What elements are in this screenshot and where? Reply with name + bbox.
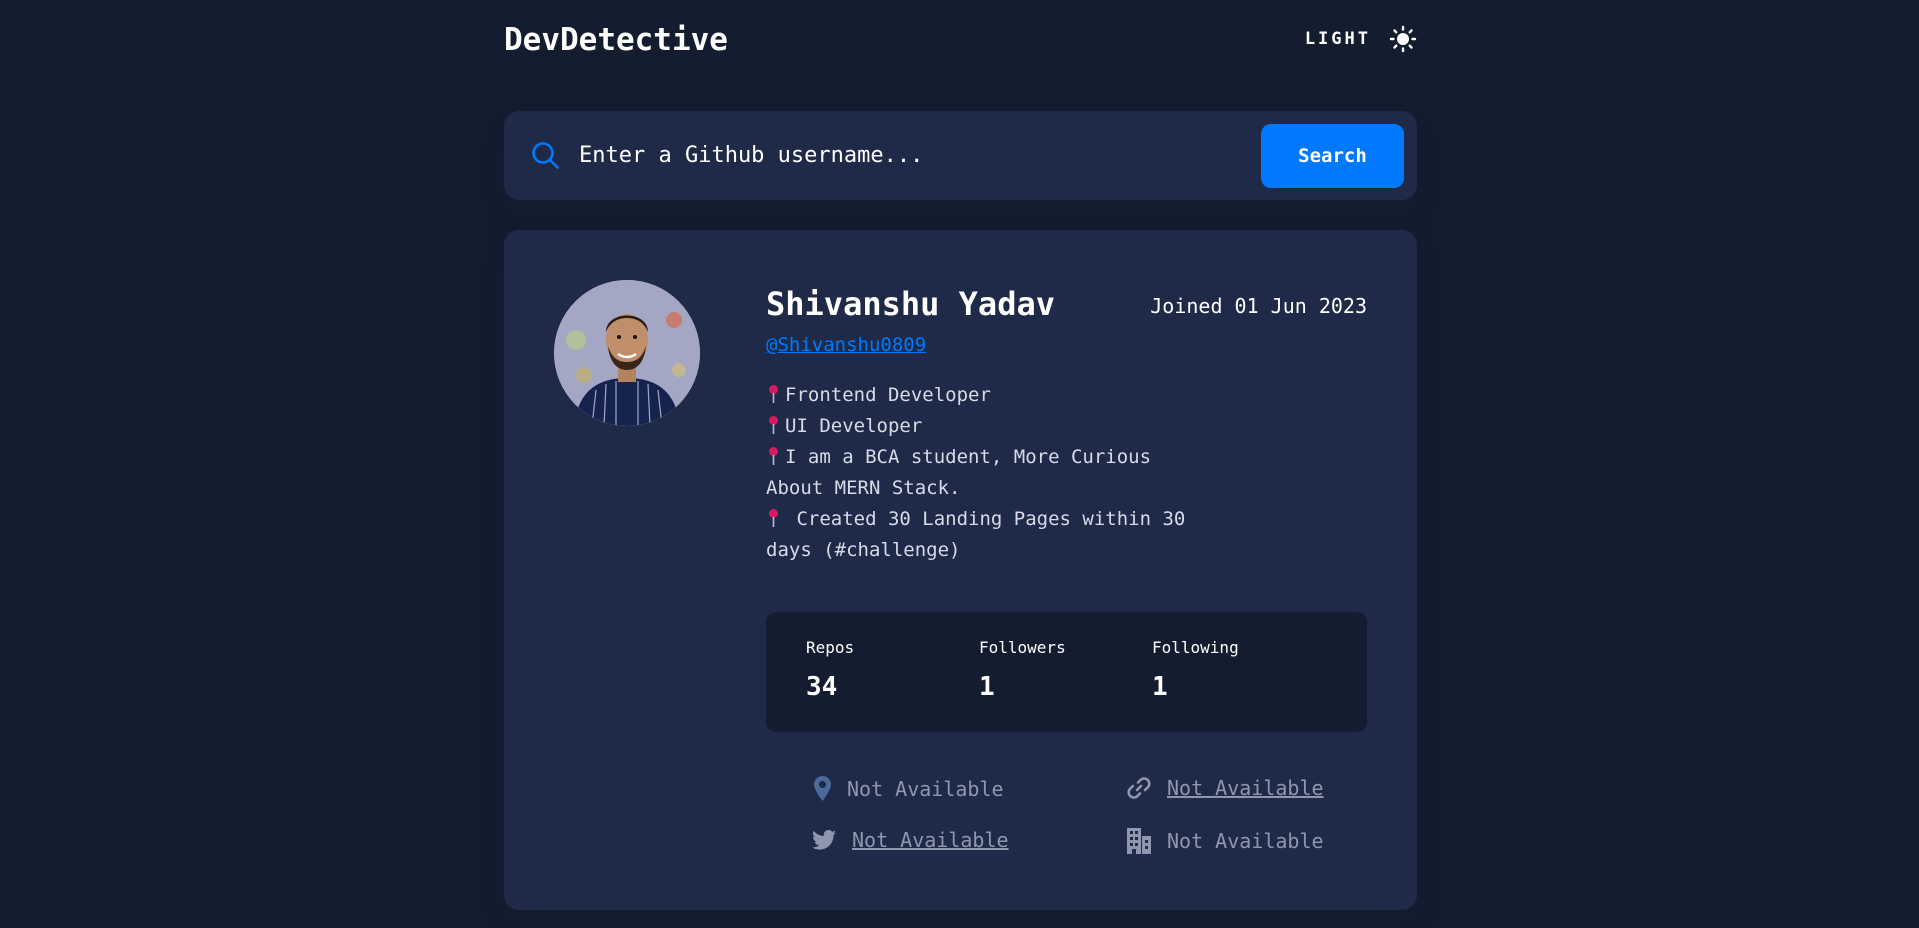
profile-card: Shivanshu Yadav Joined 01 Jun 2023 @Shiv… xyxy=(504,230,1417,910)
avatar xyxy=(554,280,700,426)
pushpin-icon xyxy=(769,385,778,403)
bio-text: About MERN Stack. xyxy=(766,477,961,499)
stat-repos-value: 34 xyxy=(806,672,838,702)
bio-line: I am a BCA student, More Curious xyxy=(766,442,1206,473)
bio-line: About MERN Stack. xyxy=(766,473,1206,504)
stat-repos-label: Repos xyxy=(806,638,855,657)
app-container: DevDetective LIGHT Enter a Github userna… xyxy=(504,0,1417,910)
app-logo: DevDetective xyxy=(504,22,728,58)
pushpin-icon xyxy=(769,416,778,434)
bio-line: Frontend Developer xyxy=(766,380,1206,411)
app-header: DevDetective LIGHT xyxy=(504,0,1417,84)
joined-date: Joined 01 Jun 2023 xyxy=(1150,294,1367,318)
company-item: Not Available xyxy=(1127,828,1324,854)
stat-followers-value: 1 xyxy=(979,672,995,702)
search-button[interactable]: Search xyxy=(1261,124,1404,188)
profile-username-link[interactable]: @Shivanshu0809 xyxy=(766,334,926,356)
website-item[interactable]: Not Available xyxy=(1127,776,1324,800)
sun-icon[interactable] xyxy=(1389,25,1417,53)
location-item: Not Available xyxy=(814,776,1004,801)
twitter-icon xyxy=(812,830,836,850)
location-text: Not Available xyxy=(847,776,1004,801)
stat-followers: Followers 1 xyxy=(979,638,1066,702)
twitter-item[interactable]: Not Available xyxy=(812,828,1009,852)
company-text: Not Available xyxy=(1167,829,1324,853)
profile-bio: Frontend Developer UI Developer I am a B… xyxy=(766,380,1206,566)
bio-line: Created 30 Landing Pages within 30 xyxy=(766,504,1206,535)
stat-following: Following 1 xyxy=(1152,638,1239,702)
bio-line: UI Developer xyxy=(766,411,1206,442)
theme-toggle-label[interactable]: LIGHT xyxy=(1305,29,1371,49)
bio-text: Frontend Developer xyxy=(785,384,991,406)
stat-followers-label: Followers xyxy=(979,638,1066,657)
bio-text: Created 30 Landing Pages within 30 xyxy=(785,508,1186,530)
theme-toggle[interactable]: LIGHT xyxy=(1305,25,1417,53)
building-icon xyxy=(1127,828,1151,854)
bio-text: I am a BCA student, More Curious xyxy=(785,446,1152,468)
bio-text: days (#challenge) xyxy=(766,539,961,561)
profile-stats: Repos 34 Followers 1 Following 1 xyxy=(766,612,1367,732)
stat-following-label: Following xyxy=(1152,638,1239,657)
location-pin-icon xyxy=(814,776,831,801)
search-bar: Search xyxy=(504,111,1417,200)
link-icon xyxy=(1127,776,1151,800)
stat-following-value: 1 xyxy=(1152,672,1168,702)
twitter-link[interactable]: Not Available xyxy=(852,828,1009,852)
search-input[interactable] xyxy=(579,133,1229,177)
pushpin-icon xyxy=(769,447,778,465)
website-link[interactable]: Not Available xyxy=(1167,776,1324,800)
bio-text: UI Developer xyxy=(785,415,923,437)
bio-line: days (#challenge) xyxy=(766,535,1206,566)
profile-name: Shivanshu Yadav xyxy=(766,285,1055,323)
stat-repos: Repos 34 xyxy=(806,638,854,702)
pushpin-icon xyxy=(769,509,778,527)
